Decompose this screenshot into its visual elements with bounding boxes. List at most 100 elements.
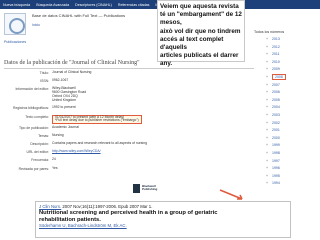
detail-row-records: Registros bibliográficos: 1992 to presen… — [4, 106, 250, 114]
expand-icon[interactable]: + — [266, 142, 268, 150]
nav-descriptors[interactable]: Descriptores (CINAHL) — [75, 3, 112, 7]
year-label[interactable]: 2011 — [272, 52, 280, 56]
expand-icon[interactable]: + — [266, 82, 268, 90]
year-item-2003[interactable]: +2003 — [254, 112, 316, 120]
year-item-2008[interactable]: +2008 — [254, 73, 316, 82]
year-item-2009[interactable]: +2009 — [254, 66, 316, 74]
year-label[interactable]: 1995 — [272, 174, 280, 178]
issues-panel: Todos los números +2013 +2012 +2011 +2010 +2… — [254, 30, 316, 200]
journal-link[interactable]: J Clin Nurs. — [39, 204, 61, 209]
expand-icon[interactable]: + — [266, 36, 268, 44]
year-label[interactable]: 2004 — [272, 105, 280, 109]
detail-row-frequency: Frecuencia: 24 — [4, 158, 250, 166]
nav-new-search[interactable]: Nueva búsqueda — [3, 3, 30, 7]
expand-icon[interactable]: + — [266, 120, 268, 128]
year-label[interactable]: 1998 — [272, 151, 280, 155]
expand-icon[interactable]: + — [266, 150, 268, 158]
year-label[interactable]: 1997 — [272, 159, 280, 163]
year-item-2004[interactable]: +2004 — [254, 104, 316, 112]
expand-icon[interactable]: + — [266, 165, 268, 173]
detail-value: Journal of Clinical Nursing — [52, 70, 92, 74]
issues-panel-header: Todos los números — [254, 30, 285, 34]
expand-icon[interactable]: + — [266, 51, 268, 59]
expand-icon[interactable]: + — [266, 97, 268, 105]
detail-value: 0962-1067 — [52, 78, 69, 83]
expand-icon[interactable]: + — [266, 59, 268, 67]
nav-cited-references[interactable]: Referencias citadas — [118, 3, 150, 7]
detail-key: Descripción: — [30, 141, 49, 146]
publisher-url-link[interactable]: http://www.wiley.com/WileyCDA/ — [52, 149, 101, 154]
page-title: Datos de la publicación de "Journal of C… — [4, 60, 140, 66]
year-label[interactable]: 2012 — [272, 45, 280, 49]
expand-icon[interactable]: + — [266, 44, 268, 52]
publisher-logo: Blackwell Publishing — [133, 182, 167, 194]
detail-value: Contains papers and research relevant to… — [52, 140, 147, 145]
year-item-2010[interactable]: +2010 — [254, 59, 316, 67]
expand-icon[interactable]: + — [266, 173, 268, 181]
detail-key: Texto completo: — [25, 114, 49, 119]
callout-text: Veiem que aquesta revista té un "embarga… — [160, 3, 242, 68]
publisher-logo-text: Blackwell Publishing — [142, 183, 158, 191]
year-label[interactable]: 2010 — [272, 60, 280, 64]
year-label[interactable]: 2002 — [272, 121, 280, 125]
home-link[interactable]: Inicio — [32, 23, 40, 27]
year-label[interactable]: 2005 — [272, 98, 280, 102]
database-logo-icon — [4, 13, 26, 35]
expand-icon[interactable]: + — [266, 180, 268, 188]
section-label: Publicaciones — [4, 40, 27, 44]
year-item-2013[interactable]: +2013 — [254, 36, 316, 44]
detail-key: Título: — [39, 71, 49, 75]
publication-details: Título: Journal of Clinical Nursing ISSN… — [4, 70, 250, 175]
year-label[interactable]: 2003 — [272, 113, 280, 117]
article-authors[interactable]: Söderhamn U, Bachrach-Lindström M, Ek AC… — [39, 223, 287, 229]
year-label[interactable]: 1999 — [272, 143, 280, 147]
year-label[interactable]: 1994 — [272, 181, 280, 185]
expand-icon[interactable]: + — [266, 112, 268, 120]
year-label[interactable]: 2008 — [272, 73, 286, 80]
expand-icon[interactable]: + — [266, 127, 268, 135]
year-item-1996[interactable]: +1996 — [254, 165, 316, 173]
year-label[interactable]: 2001 — [272, 128, 280, 132]
year-item-1999[interactable]: +1999 — [254, 142, 316, 150]
detail-key: ISSN: — [40, 79, 49, 84]
article-reference: J Clin Nurs. 2007 Nov;16(11):1997-2006. … — [35, 201, 291, 238]
year-list: +2013 +2012 +2011 +2010 +2009 +2008 +2007 +2006… — [254, 36, 316, 188]
citation-details: 2007 Nov;16(11):1997-2006. Epub 2007 Mar… — [61, 204, 153, 209]
year-label[interactable]: 1996 — [272, 166, 280, 170]
year-item-1994[interactable]: +1994 — [254, 180, 316, 188]
detail-row-type: Tipo de publicación: Academic Journal — [4, 124, 250, 134]
expand-icon[interactable]: + — [266, 74, 268, 82]
year-item-2005[interactable]: +2005 — [254, 97, 316, 105]
year-item-1995[interactable]: +1995 — [254, 173, 316, 181]
year-item-1997[interactable]: +1997 — [254, 158, 316, 166]
year-label[interactable]: 2000 — [272, 136, 280, 140]
detail-row-full-text: Texto completo: 01/01/2007 to present (w… — [4, 114, 250, 126]
year-item-2002[interactable]: +2002 — [254, 120, 316, 128]
year-label[interactable]: 2009 — [272, 67, 280, 71]
year-item-2012[interactable]: +2012 — [254, 44, 316, 52]
pointer-arrow-icon — [219, 189, 243, 200]
detail-value: 1992 to present — [52, 105, 76, 110]
detail-value: Academic Journal — [52, 124, 79, 129]
year-item-1998[interactable]: +1998 — [254, 150, 316, 158]
year-item-2001[interactable]: +2001 — [254, 127, 316, 135]
detail-value: Yes — [52, 165, 58, 170]
expand-icon[interactable]: + — [266, 135, 268, 143]
detail-row-description: Descripción: Contains papers and researc… — [4, 140, 250, 150]
expand-icon[interactable]: + — [266, 66, 268, 74]
detail-key: Registros bibliográficos: — [13, 106, 49, 111]
annotation-callout: Veiem que aquesta revista té un "embarga… — [157, 0, 245, 67]
year-label[interactable]: 2007 — [272, 83, 280, 87]
detail-row-issn: ISSN: 0962-1067 — [4, 78, 250, 87]
year-label[interactable]: 2013 — [272, 37, 280, 41]
nav-advanced-search[interactable]: Búsqueda Avanzada — [36, 3, 69, 7]
year-item-2011[interactable]: +2011 — [254, 51, 316, 59]
year-item-2007[interactable]: +2007 — [254, 82, 316, 90]
expand-icon[interactable]: + — [266, 158, 268, 166]
detail-row-publisher-url: URL del editor: http://www.wiley.com/Wil… — [4, 149, 250, 158]
year-item-2006[interactable]: +2006 — [254, 89, 316, 97]
expand-icon[interactable]: + — [266, 89, 268, 97]
year-label[interactable]: 2006 — [272, 90, 280, 94]
expand-icon[interactable]: + — [266, 104, 268, 112]
year-item-2000[interactable]: +2000 — [254, 135, 316, 143]
